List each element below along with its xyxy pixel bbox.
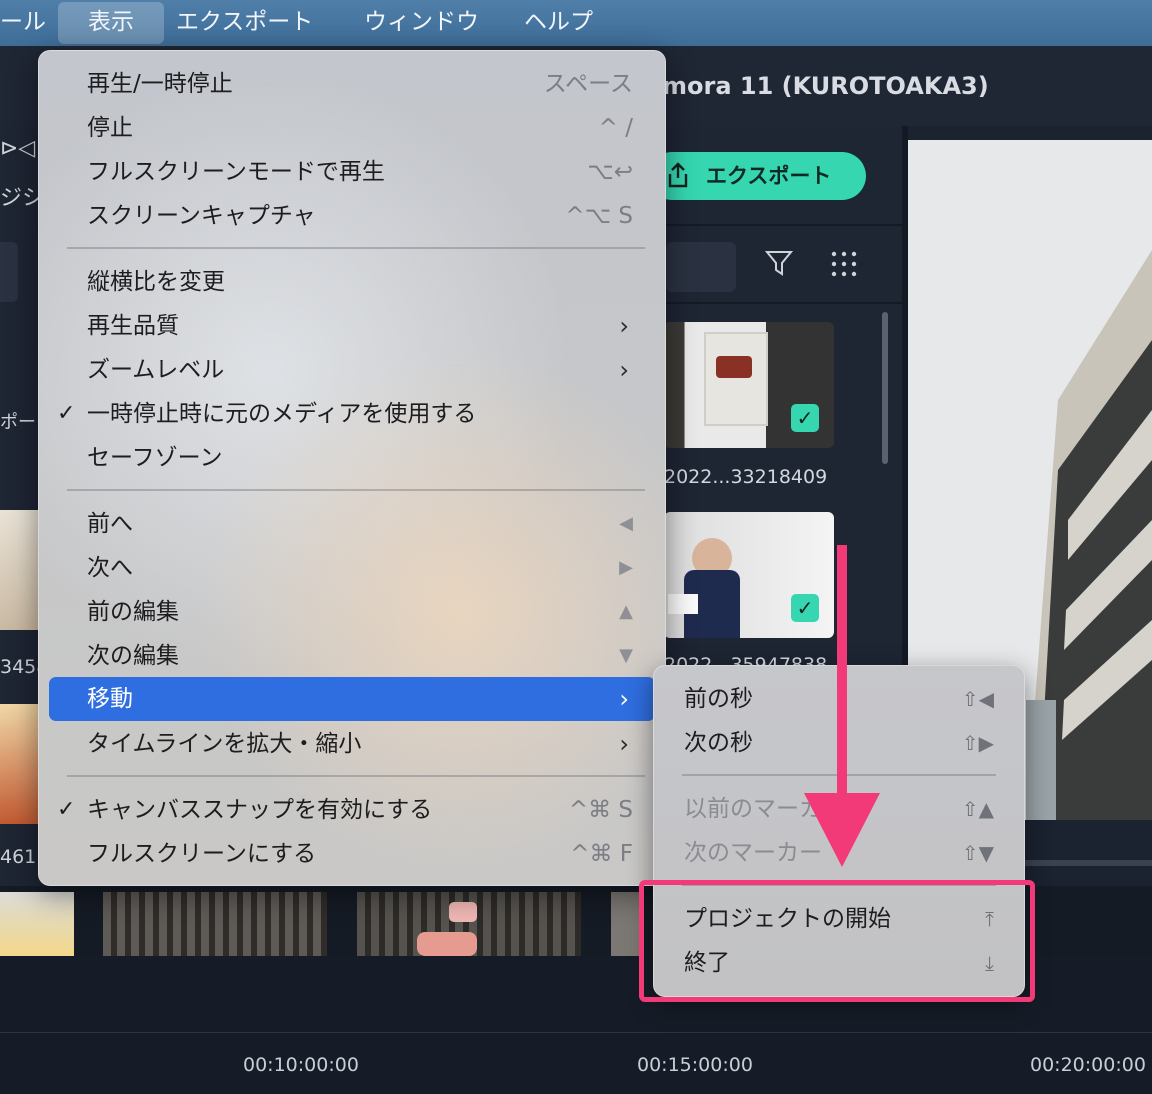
export-button-label: エクスポート (706, 164, 832, 188)
search-field-fragment[interactable] (0, 242, 18, 302)
timeline-thumb-3[interactable] (357, 892, 581, 956)
shortcut-space: スペース (543, 71, 633, 97)
grid-view-icon[interactable] (830, 250, 858, 282)
menu-view[interactable]: 表示 (58, 2, 164, 44)
down-triangle-icon: ▼ (619, 645, 633, 666)
menu-separator (67, 775, 645, 777)
menu-tools[interactable]: ール (0, 0, 46, 46)
timecode-20: 00:20:00:00 (1030, 1054, 1146, 1076)
annotation-highlight-box (639, 880, 1035, 1002)
menu-bar: ール 表示 エクスポート ウィンドウ ヘルプ (0, 0, 1152, 47)
menu-item-screen-capture[interactable]: スクリーンキャプチャ ^⌥ S (49, 195, 655, 237)
chevron-right-icon: › (619, 730, 629, 758)
right-triangle-icon: ▶ (619, 557, 633, 578)
menu-item-fullscreen[interactable]: フルスクリーンにする ^⌘ F (49, 833, 655, 875)
export-button[interactable]: エクスポート (648, 152, 866, 200)
menu-item-fullscreen-play[interactable]: フルスクリーンモードで再生 ⌥↩ (49, 151, 655, 193)
timeline-thumb-1[interactable] (0, 892, 74, 956)
menu-item-previous-edit[interactable]: 前の編集 ▲ (49, 591, 655, 633)
playback-progress[interactable] (1022, 860, 1152, 866)
timeline-thumb-2[interactable] (103, 892, 327, 956)
chevron-right-icon: › (619, 685, 629, 713)
checkmark-icon: ✓ (57, 401, 76, 426)
timeline-ruler (0, 1032, 1152, 1033)
menu-window[interactable]: ウィンドウ (364, 0, 479, 46)
media-scrollbar[interactable] (882, 312, 888, 464)
menu-item-next[interactable]: 次へ ▶ (49, 547, 655, 589)
media-check-1[interactable]: ✓ (791, 404, 819, 432)
menu-item-stop[interactable]: 停止 ^ / (49, 107, 655, 149)
left-fragment-4: 461 (0, 846, 37, 868)
up-triangle-icon: ▲ (619, 601, 633, 622)
chevron-right-icon: › (619, 356, 629, 384)
left-panel: ⊳◁ ジシ ポー 3458 461 (0, 126, 48, 886)
media-search-fragment[interactable] (666, 242, 736, 292)
media-thumb-left-1[interactable] (0, 510, 38, 630)
menu-item-timeline-zoom[interactable]: タイムラインを拡大・縮小 › (49, 723, 655, 765)
left-fragment-2: ポー (0, 412, 36, 433)
checkmark-icon: ✓ (57, 797, 76, 822)
menu-item-aspect-ratio[interactable]: 縦横比を変更 (49, 261, 655, 303)
menu-help[interactable]: ヘルプ (524, 0, 593, 46)
timecode-15: 00:15:00:00 (637, 1054, 753, 1076)
menu-item-next-edit[interactable]: 次の編集 ▼ (49, 635, 655, 677)
media-filename-1: 2022...33218409 (664, 466, 828, 488)
filter-icon[interactable] (764, 248, 794, 285)
menu-item-use-original-media[interactable]: ✓ 一時停止時に元のメディアを使用する (49, 393, 655, 435)
menu-export[interactable]: エクスポート (176, 0, 313, 46)
menu-item-canvas-snap[interactable]: ✓ キャンバススナップを有効にする ^⌘ S (49, 789, 655, 831)
menu-item-move[interactable]: 移動 › (49, 677, 655, 721)
menu-separator (67, 247, 645, 249)
chevron-right-icon: › (619, 312, 629, 340)
share-icon (668, 162, 688, 188)
prev-frame-icon[interactable]: ⊳◁ (0, 136, 40, 161)
annotation-down-arrow-icon (804, 545, 880, 867)
view-menu-dropdown: 再生/一時停止 スペース 停止 ^ / フルスクリーンモードで再生 ⌥↩ スクリ… (38, 50, 666, 886)
left-triangle-icon: ◀ (619, 513, 633, 534)
menu-separator (67, 489, 645, 491)
menu-item-zoom-level[interactable]: ズームレベル › (49, 349, 655, 391)
timeline-thumb-4[interactable] (611, 892, 641, 956)
menu-item-previous[interactable]: 前へ ◀ (49, 503, 655, 545)
media-thumb-left-2[interactable] (0, 704, 38, 824)
menu-item-play-pause[interactable]: 再生/一時停止 スペース (49, 63, 655, 105)
menu-item-playback-quality[interactable]: 再生品質 › (49, 305, 655, 347)
menu-item-safe-zone[interactable]: セーフゾーン (49, 437, 655, 479)
window-title: mora 11 (KUROTOAKA3) (662, 72, 989, 100)
timecode-10: 00:10:00:00 (243, 1054, 359, 1076)
